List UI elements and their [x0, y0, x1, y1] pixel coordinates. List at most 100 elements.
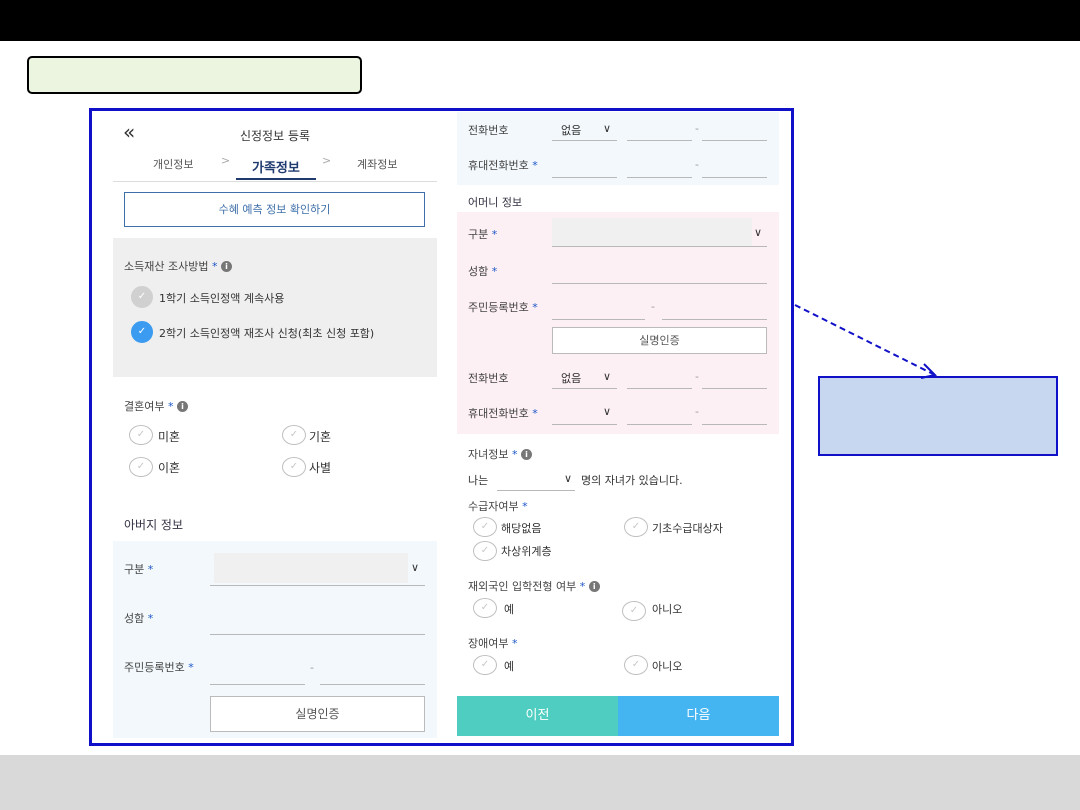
- radio-widowed[interactable]: ✓: [282, 457, 306, 477]
- chevron-right-icon: >: [322, 154, 332, 167]
- disability-label: 장애여부 *: [468, 637, 518, 650]
- prev-button[interactable]: 이전: [457, 696, 618, 736]
- radio-married[interactable]: ✓: [282, 425, 306, 445]
- info-icon: i: [588, 581, 600, 592]
- father-mobile-label: 휴대전화번호 *: [468, 159, 538, 172]
- mother-phone-last-input[interactable]: [702, 388, 767, 389]
- father-phone-label: 전화번호: [468, 124, 509, 137]
- option-disability-yes[interactable]: 예: [504, 658, 514, 674]
- option-welfare-basic[interactable]: 기초수급대상자: [652, 520, 723, 536]
- step-account[interactable]: 계좌정보: [357, 156, 397, 172]
- title-placeholder-box: [27, 56, 362, 94]
- chevron-down-icon: ∨: [603, 405, 612, 418]
- option-disability-no[interactable]: 아니오: [652, 658, 682, 674]
- mother-verify-button[interactable]: 실명인증: [552, 327, 767, 354]
- father-rrn-back-input[interactable]: [320, 684, 425, 685]
- income-method-label: 소득재산 조사방법 * i: [124, 258, 232, 274]
- father-phone-select[interactable]: 없음: [561, 122, 581, 138]
- radio-keep-income[interactable]: ✓: [131, 286, 153, 308]
- mother-mobile-select[interactable]: [552, 424, 617, 425]
- rrn-dash: -: [310, 661, 314, 674]
- option-reinvestigate[interactable]: 2학기 소득인정액 재조사 신청(최초 신청 포함): [159, 325, 374, 341]
- father-phone-last-input[interactable]: [702, 140, 767, 141]
- mother-rrn-back-input[interactable]: [662, 319, 767, 320]
- father-rrn-label: 주민등록번호 *: [124, 661, 194, 674]
- radio-welfare-basic[interactable]: ✓: [624, 517, 648, 537]
- radio-reinvestigate[interactable]: ✓: [131, 321, 153, 343]
- children-label: 자녀정보 * i: [468, 446, 532, 462]
- children-suffix: 명의 자녀가 있습니다.: [581, 474, 683, 487]
- chevron-down-icon: ∨: [411, 561, 420, 574]
- chevron-right-icon: >: [221, 154, 231, 167]
- check-benefit-button[interactable]: 수혜 예측 정보 확인하기: [124, 192, 425, 227]
- active-step-underline: [236, 178, 316, 180]
- father-name-input[interactable]: [210, 634, 425, 635]
- radio-overseas-no[interactable]: ✓: [622, 601, 646, 621]
- step-personal[interactable]: 개인정보: [153, 156, 193, 172]
- next-button[interactable]: 다음: [618, 696, 779, 736]
- father-gubun-underline: [210, 585, 425, 586]
- option-single[interactable]: 미혼: [158, 428, 180, 445]
- radio-disability-no[interactable]: ✓: [624, 655, 648, 675]
- option-widowed[interactable]: 사별: [309, 459, 331, 476]
- mother-rrn-label: 주민등록번호 *: [468, 301, 538, 314]
- radio-welfare-near-poor[interactable]: ✓: [473, 541, 497, 561]
- mother-phone-select-underline: [552, 388, 617, 389]
- info-icon: i: [220, 261, 232, 272]
- radio-disability-yes[interactable]: ✓: [473, 655, 497, 675]
- father-mobile-last-input[interactable]: [702, 177, 767, 178]
- mother-mobile-last-input[interactable]: [702, 424, 767, 425]
- welfare-label: 수급자여부 *: [468, 500, 528, 513]
- option-welfare-near-poor[interactable]: 차상위계층: [501, 543, 552, 559]
- phone-dash: -: [695, 405, 699, 418]
- bottom-bar: [0, 755, 1080, 810]
- header-divider: [113, 181, 437, 182]
- radio-welfare-none[interactable]: ✓: [473, 517, 497, 537]
- rrn-dash: -: [651, 300, 655, 313]
- father-mobile-mid-input[interactable]: [627, 177, 692, 178]
- children-count-select[interactable]: [497, 490, 575, 491]
- radio-divorced[interactable]: ✓: [129, 457, 153, 477]
- chevron-down-icon: ∨: [603, 122, 612, 135]
- father-mobile-select[interactable]: [552, 177, 617, 178]
- mother-gubun-select[interactable]: [552, 218, 752, 246]
- mother-section-title: 어머니 정보: [468, 196, 523, 209]
- top-bar: [0, 0, 1080, 41]
- father-rrn-front-input[interactable]: [210, 684, 305, 685]
- father-verify-button[interactable]: 실명인증: [210, 696, 425, 732]
- mother-mobile-label: 휴대전화번호 *: [468, 407, 538, 420]
- mother-phone-select[interactable]: 없음: [561, 370, 581, 386]
- family-info-left-panel: « 신정정보 등록 개인정보 > 가족정보 > 계좌정보 수혜 예측 정보 확인…: [113, 112, 437, 738]
- mother-gubun-label: 구분 *: [468, 228, 498, 241]
- option-divorced[interactable]: 이혼: [158, 459, 180, 476]
- phone-dash: -: [695, 158, 699, 171]
- father-phone-select-underline: [552, 140, 617, 141]
- option-welfare-none[interactable]: 해당없음: [501, 520, 541, 536]
- mother-mobile-mid-input[interactable]: [627, 424, 692, 425]
- father-phone-mid-input[interactable]: [627, 140, 692, 141]
- mother-phone-mid-input[interactable]: [627, 388, 692, 389]
- info-icon: i: [520, 449, 532, 460]
- mother-name-label: 성함 *: [468, 265, 498, 278]
- chevron-down-icon: ∨: [564, 472, 573, 485]
- father-gubun-select[interactable]: [214, 553, 408, 583]
- radio-overseas-yes[interactable]: ✓: [473, 598, 497, 618]
- phone-dash: -: [695, 122, 699, 135]
- option-keep-income[interactable]: 1학기 소득인정액 계속사용: [159, 290, 284, 306]
- option-married[interactable]: 기혼: [309, 428, 331, 445]
- page-title: 신정정보 등록: [239, 129, 311, 143]
- radio-single[interactable]: ✓: [129, 425, 153, 445]
- mother-rrn-front-input[interactable]: [552, 319, 645, 320]
- option-overseas-yes[interactable]: 예: [504, 601, 514, 617]
- father-gubun-label: 구분 *: [124, 563, 154, 576]
- overseas-label: 재외국인 입학전형 여부 * i: [468, 578, 600, 594]
- father-name-label: 성함 *: [124, 612, 154, 625]
- father-section-title: 아버지 정보: [124, 518, 184, 532]
- option-overseas-no[interactable]: 아니오: [652, 601, 682, 617]
- family-info-right-panel: 전화번호 없음 ∨ - 휴대전화번호 * - 어머니 정보 구분 * ∨ 성함 …: [457, 112, 779, 738]
- mother-phone-label: 전화번호: [468, 372, 509, 385]
- mother-name-input[interactable]: [552, 283, 767, 284]
- marriage-label: 결혼여부 * i: [124, 398, 188, 414]
- step-family[interactable]: 가족정보: [252, 157, 300, 176]
- phone-dash: -: [695, 370, 699, 383]
